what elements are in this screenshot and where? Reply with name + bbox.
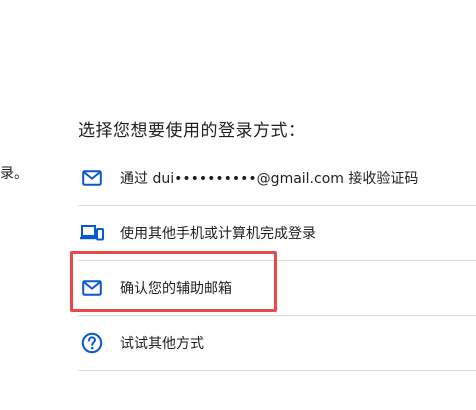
option-try-another-way[interactable]: 试试其他方式 <box>78 316 476 371</box>
option-recovery-email[interactable]: 确认您的辅助邮箱 <box>78 261 476 316</box>
signin-options-list: 通过 dui••••••••••@gmail.com 接收验证码 使用其他手机或… <box>78 151 476 371</box>
mail-icon <box>80 276 104 300</box>
option-email-code-label: 通过 dui••••••••••@gmail.com 接收验证码 <box>120 171 419 187</box>
option-recovery-email-label: 确认您的辅助邮箱 <box>120 281 232 297</box>
page-heading: 选择您想要使用的登录方式： <box>78 121 306 141</box>
mail-icon <box>80 166 104 190</box>
option-other-device[interactable]: 使用其他手机或计算机完成登录 <box>78 206 476 261</box>
option-email-code[interactable]: 通过 dui••••••••••@gmail.com 接收验证码 <box>78 151 476 206</box>
truncated-text-fragment: 录。 <box>0 166 28 182</box>
devices-icon <box>80 221 104 245</box>
option-try-another-way-label: 试试其他方式 <box>120 336 204 352</box>
help-circle-icon <box>80 331 104 355</box>
option-other-device-label: 使用其他手机或计算机完成登录 <box>120 226 316 242</box>
